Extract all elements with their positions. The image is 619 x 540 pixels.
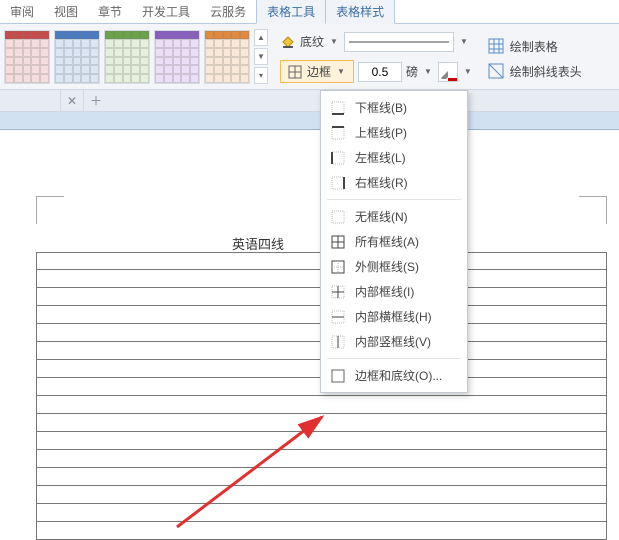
tab-table-style[interactable]: 表格样式 xyxy=(326,0,395,24)
style-swatch-blue[interactable] xyxy=(54,30,100,84)
table-row[interactable] xyxy=(36,396,607,414)
pen-color-button[interactable] xyxy=(438,62,458,82)
draw-table-icon xyxy=(488,38,504,54)
line-weight-selector[interactable]: 0.5 xyxy=(358,62,402,82)
page-corner-left xyxy=(36,196,64,224)
document-area: 英语四线 xyxy=(0,130,619,540)
diagonal-header-icon xyxy=(488,63,504,79)
menu-tabs: 审阅 视图 章节 开发工具 云服务 表格工具 表格样式 xyxy=(0,0,619,24)
line-style-dropdown[interactable]: ▼ xyxy=(458,37,470,46)
new-tab-button[interactable]: ＋ xyxy=(84,90,108,112)
chevron-down-icon: ▼ xyxy=(335,67,347,76)
paint-bucket-icon xyxy=(280,34,296,50)
draw-diagonal-header-button[interactable]: 绘制斜线表头 xyxy=(488,63,582,80)
shading-dropdown[interactable]: ▼ xyxy=(328,37,340,46)
table-row[interactable] xyxy=(36,486,607,504)
border-top-item[interactable]: 上框线(P) xyxy=(321,120,467,145)
page-corner-right xyxy=(579,196,607,224)
border-none-item[interactable]: 无框线(N) xyxy=(321,204,467,229)
weight-unit: 磅 xyxy=(406,63,418,80)
table-row[interactable] xyxy=(36,432,607,450)
border-bottom-item[interactable]: 下框线(B) xyxy=(321,95,467,120)
gallery-scroll-up[interactable]: ▲ xyxy=(254,29,268,46)
table-row[interactable] xyxy=(36,504,607,522)
border-right-item[interactable]: 右框线(R) xyxy=(321,170,467,195)
tab-cloud[interactable]: 云服务 xyxy=(200,0,256,23)
gallery-expand[interactable]: ▾ xyxy=(254,67,268,84)
menu-separator xyxy=(327,358,461,359)
close-tab-button[interactable]: ✕ xyxy=(60,90,84,112)
border-inside-v-item[interactable]: 内部竖框线(V) xyxy=(321,329,467,354)
table-row[interactable] xyxy=(36,450,607,468)
shading-label: 底纹 xyxy=(300,33,324,50)
border-inside-item[interactable]: 内部框线(I) xyxy=(321,279,467,304)
table-row[interactable] xyxy=(36,468,607,486)
document-tabstrip: ✕ ＋ xyxy=(0,90,619,112)
style-swatch-red[interactable] xyxy=(4,30,50,84)
border-button[interactable]: 边框 ▼ xyxy=(280,60,354,83)
table-row[interactable] xyxy=(36,522,607,540)
border-controls: 底纹 ▼ ▼ 边框 ▼ 0.5 磅 ▼ ▼ xyxy=(280,30,474,84)
border-grid-icon xyxy=(287,64,303,80)
border-dropdown-menu: 下框线(B) 上框线(P) 左框线(L) 右框线(R) 无框线(N) 所有框线(… xyxy=(320,90,468,393)
pen-color-dropdown[interactable]: ▼ xyxy=(462,67,474,76)
style-swatch-green[interactable] xyxy=(104,30,150,84)
tab-review[interactable]: 审阅 xyxy=(0,0,44,23)
border-all-item[interactable]: 所有框线(A) xyxy=(321,229,467,254)
table-style-gallery: ▲ ▼ ▾ xyxy=(4,29,268,84)
line-weight-dropdown[interactable]: ▼ xyxy=(422,67,434,76)
draw-table-button[interactable]: 绘制表格 xyxy=(488,38,582,55)
border-left-item[interactable]: 左框线(L) xyxy=(321,145,467,170)
style-swatch-orange[interactable] xyxy=(204,30,250,84)
table-row[interactable] xyxy=(36,414,607,432)
menu-separator xyxy=(327,199,461,200)
ribbon: ▲ ▼ ▾ 底纹 ▼ ▼ 边框 ▼ 0.5 xyxy=(0,24,619,90)
line-style-selector[interactable] xyxy=(344,32,454,52)
ruler-bar xyxy=(0,112,619,130)
draw-group: 绘制表格 绘制斜线表头 xyxy=(488,34,582,80)
border-outside-item[interactable]: 外侧框线(S) xyxy=(321,254,467,279)
border-inside-h-item[interactable]: 内部横框线(H) xyxy=(321,304,467,329)
tab-dev[interactable]: 开发工具 xyxy=(132,0,200,23)
gallery-scroll: ▲ ▼ ▾ xyxy=(254,29,268,84)
border-and-shading-item[interactable]: 边框和底纹(O)... xyxy=(321,363,467,388)
tab-table-tools[interactable]: 表格工具 xyxy=(256,0,326,24)
tab-view[interactable]: 视图 xyxy=(44,0,88,23)
tab-chapter[interactable]: 章节 xyxy=(88,0,132,23)
pen-color-swatch xyxy=(448,78,457,81)
gallery-scroll-down[interactable]: ▼ xyxy=(254,48,268,65)
document-title: 英语四线 xyxy=(232,234,284,253)
style-swatch-purple[interactable] xyxy=(154,30,200,84)
